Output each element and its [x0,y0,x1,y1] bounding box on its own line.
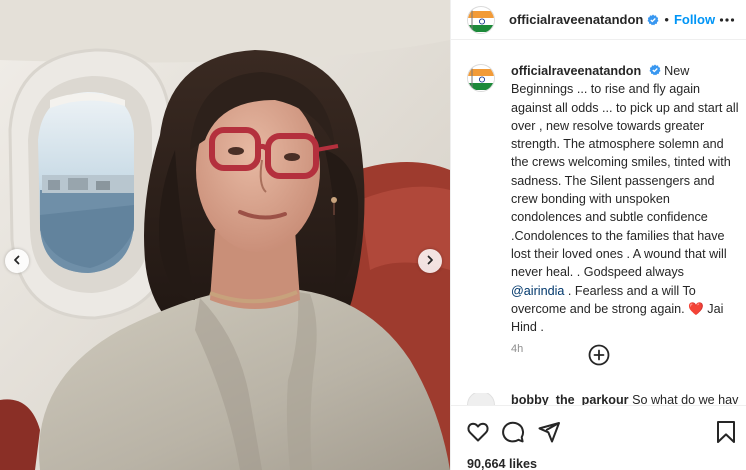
post-photo[interactable] [0,0,450,470]
heart-emoji: ❤️ [688,301,704,316]
send-icon[interactable] [537,420,561,444]
previous-photo-button[interactable] [5,249,29,273]
more-options-icon[interactable] [719,10,735,35]
post-caption: officialraveenatandon New Beginnings ...… [467,62,739,355]
likes-count[interactable]: 90,664 likes [467,457,537,470]
chevron-left-icon [12,252,22,270]
plus-circle-icon[interactable] [588,344,610,371]
verified-badge-icon [647,14,659,26]
verified-badge-icon [649,64,661,76]
india-flag-icon[interactable] [467,64,495,92]
post-details-panel: officialraveenatandon • Follow officialr… [450,0,746,470]
photo-scene [0,0,450,470]
follow-button[interactable]: Follow [674,12,715,27]
caption-username[interactable]: officialraveenatandon [511,64,641,78]
heart-icon[interactable] [466,420,490,444]
caption-body-1: New Beginnings ... to rise and fly again… [511,64,739,280]
caption-text: officialraveenatandon New Beginnings ...… [511,62,739,336]
chevron-right-icon [425,252,435,270]
post-author-username[interactable]: officialraveenatandon [509,12,643,27]
separator-dot: • [664,12,669,27]
mention-link[interactable]: @airindia [511,284,564,298]
comment-icon[interactable] [501,420,525,444]
post-actions-bar: 90,664 likes [451,405,746,470]
post-timestamp: 4h [511,343,524,356]
india-flag-icon[interactable] [467,5,495,34]
post-header: officialraveenatandon • Follow [451,0,746,40]
bookmark-icon[interactable] [715,420,737,444]
next-photo-button[interactable] [418,249,442,273]
